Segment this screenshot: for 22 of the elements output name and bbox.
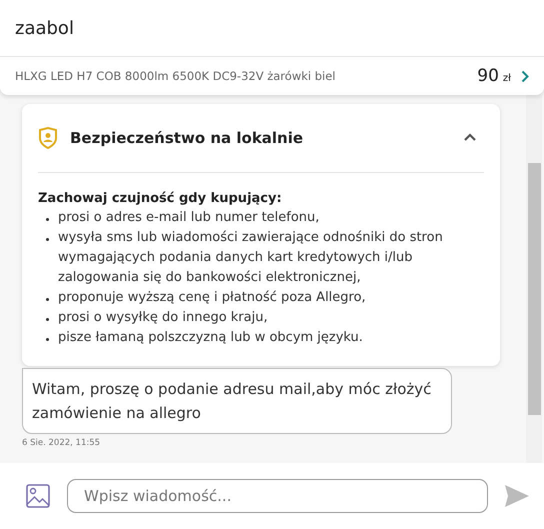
bullet-icon bbox=[46, 338, 49, 341]
currency: zł bbox=[502, 72, 511, 84]
warning-item: prosi o wysyłkę do innego kraju, bbox=[58, 309, 269, 327]
card-title: Bezpieczeństwo na lokalnie bbox=[70, 129, 304, 147]
contact-name: zaabol bbox=[15, 18, 74, 38]
message-input[interactable]: Wpisz wiadomość... bbox=[67, 479, 488, 513]
bullet-icon bbox=[46, 298, 49, 301]
message-bubble: Witam, proszę o podanie adresu mail,aby móc złożyć zamówienie na allegro bbox=[22, 368, 452, 434]
price: 90 bbox=[477, 66, 499, 86]
scrollbar[interactable] bbox=[526, 95, 542, 463]
bullet-icon bbox=[46, 238, 49, 241]
warning-item: prosi o adres e-mail lub numer telefonu, bbox=[58, 209, 320, 227]
warning-item: proponuje wyższą cenę i płatność poza Allegro, bbox=[58, 289, 367, 307]
warning-item: pisze łamaną polszczyzną lub w obcym języku. bbox=[58, 329, 364, 347]
message-time: 6 Sie. 2022, 11:55 bbox=[22, 438, 102, 448]
bullet-icon bbox=[46, 318, 49, 321]
image-icon[interactable] bbox=[26, 484, 50, 508]
warning-intro: Zachowaj czujność gdy kupujący: bbox=[38, 191, 283, 206]
chevron-right-icon[interactable] bbox=[521, 70, 529, 82]
bullet-icon bbox=[46, 218, 49, 221]
shield-user-icon bbox=[38, 127, 58, 149]
product-name: HLXG LED H7 COB 8000lm 6500K DC9-32V żarówki biel bbox=[15, 69, 336, 83]
